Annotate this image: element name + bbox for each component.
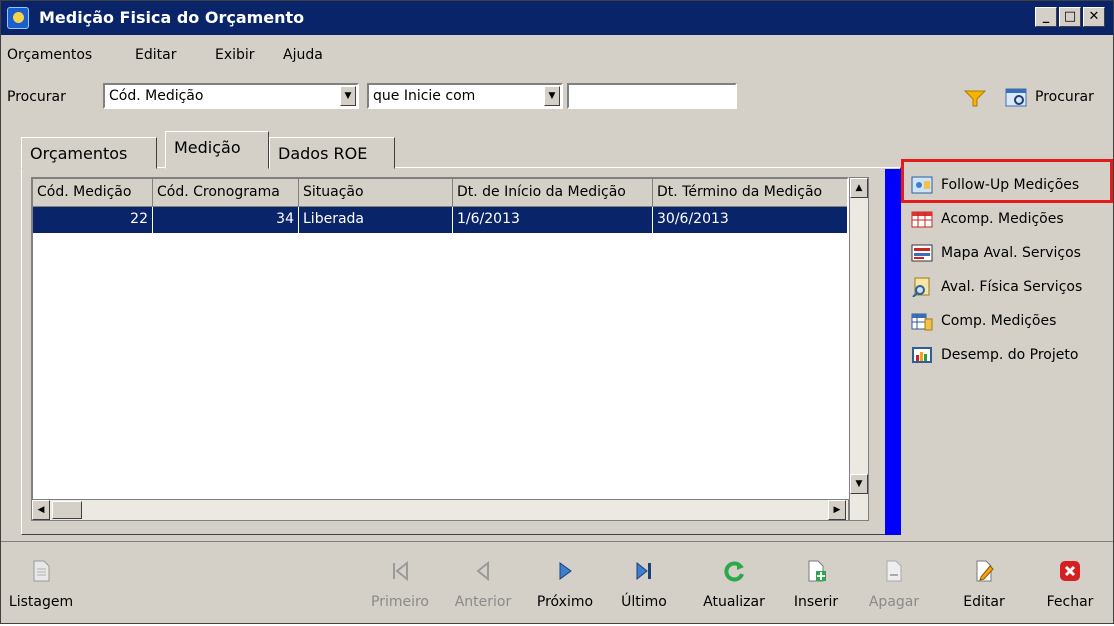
proximo-button[interactable]: Próximo: [527, 542, 603, 626]
horizontal-scrollbar[interactable]: ◀ ▶: [31, 499, 849, 521]
toolbar-label: Inserir: [793, 594, 839, 610]
toolbar-label: Fechar: [1046, 594, 1094, 610]
toolbar-label: Anterior: [454, 594, 512, 610]
tab-orcamentos[interactable]: Orçamentos: [21, 137, 157, 169]
link-label: Aval. Física Serviços: [941, 279, 1083, 295]
link-label: Comp. Medições: [941, 313, 1057, 329]
list-document-icon: [33, 560, 50, 582]
chevron-down-icon[interactable]: ▼: [340, 86, 356, 106]
close-red-icon: [1060, 561, 1080, 581]
tab-dados-roe[interactable]: Dados ROE: [269, 137, 395, 169]
link-label: Desemp. do Projeto: [941, 347, 1079, 363]
tab-medicao[interactable]: Medição: [165, 131, 269, 169]
highlight-box: [901, 159, 1113, 203]
search-label: Procurar: [7, 89, 66, 105]
toolbar-label: Último: [621, 594, 667, 610]
column-header[interactable]: Cód. Medição: [33, 179, 153, 207]
link-label: Acomp. Medições: [941, 211, 1064, 227]
apagar-button[interactable]: Apagar: [861, 542, 927, 626]
first-record-icon: [393, 560, 408, 582]
measurement-grid: Cód. Medição Cód. Cronograma Situação Dt…: [31, 177, 849, 521]
menu-orcamentos[interactable]: Orçamentos: [7, 47, 92, 63]
toolbar-label: Editar: [963, 594, 1005, 610]
column-header[interactable]: Dt. Término da Medição: [653, 179, 847, 207]
search-field-select[interactable]: Cód. Medição ▼: [103, 83, 359, 109]
cell-cod-cronograma: 34: [153, 207, 299, 233]
bottom-toolbar: Listagem Primeiro Anterior Próximo Últim…: [1, 541, 1113, 625]
scroll-down-icon[interactable]: ▼: [850, 474, 868, 494]
menu-bar: Orçamentos Editar Exibir Ajuda: [1, 41, 1113, 69]
magnifier-document-icon: [912, 277, 930, 297]
link-desemp-projeto[interactable]: Desemp. do Projeto: [909, 341, 1109, 371]
close-window-button[interactable]: ✕: [1083, 7, 1105, 27]
menu-exibir[interactable]: Exibir: [215, 47, 255, 63]
search-operator-value: que Inicie com: [373, 88, 476, 104]
link-acomp-medicoes[interactable]: Acomp. Medições: [909, 205, 1109, 235]
toolbar-label: Primeiro: [371, 594, 429, 610]
fechar-button[interactable]: Fechar: [1035, 542, 1105, 626]
table-row[interactable]: 22 34 Liberada 1/6/2013 30/6/2013: [33, 207, 847, 233]
cell-dt-termino: 30/6/2013: [657, 211, 729, 227]
column-header[interactable]: Situação: [299, 179, 453, 207]
editar-button[interactable]: Editar: [951, 542, 1017, 626]
maximize-button[interactable]: □: [1059, 7, 1081, 27]
compare-table-icon: [911, 313, 933, 331]
title-bar: Medição Fisica do Orçamento _ □ ✕: [1, 1, 1113, 35]
column-header[interactable]: Dt. de Início da Medição: [453, 179, 653, 207]
menu-ajuda[interactable]: Ajuda: [283, 47, 323, 63]
link-mapa-aval-servicos[interactable]: Mapa Aval. Serviços: [909, 239, 1109, 269]
search-operator-select[interactable]: que Inicie com ▼: [367, 83, 563, 109]
map-list-icon: [911, 244, 933, 262]
link-comp-medicoes[interactable]: Comp. Medições: [909, 307, 1109, 337]
toolbar-label: Apagar: [868, 594, 920, 610]
scroll-thumb[interactable]: [52, 501, 82, 519]
link-label: Mapa Aval. Serviços: [941, 245, 1081, 261]
link-aval-fisica-servicos[interactable]: Aval. Física Serviços: [909, 273, 1109, 303]
toolbar-label: Atualizar: [703, 594, 765, 610]
chevron-down-icon[interactable]: ▼: [544, 86, 560, 106]
column-header[interactable]: Cód. Cronograma: [153, 179, 299, 207]
filter-icon[interactable]: [963, 87, 987, 109]
bar-chart-icon: [912, 347, 932, 363]
edit-document-icon: [976, 560, 994, 582]
toolbar-label: Listagem: [8, 594, 74, 610]
listagem-button[interactable]: Listagem: [1, 542, 81, 626]
previous-record-icon: [476, 560, 489, 582]
app-icon: [7, 7, 29, 29]
scroll-up-icon[interactable]: ▲: [850, 178, 868, 198]
main-window: Medição Fisica do Orçamento _ □ ✕ Orçame…: [0, 0, 1114, 624]
insert-document-icon: [808, 560, 826, 582]
delete-document-icon: [886, 560, 902, 582]
grid-header: Cód. Medição Cód. Cronograma Situação Dt…: [33, 179, 847, 207]
search-window-icon: [1005, 88, 1027, 107]
cell-dt-inicio: 1/6/2013: [453, 207, 653, 233]
side-panel-divider: [885, 169, 901, 535]
refresh-icon: [724, 561, 744, 582]
table-chart-icon: [911, 211, 933, 228]
search-input[interactable]: [567, 83, 737, 109]
vertical-scrollbar[interactable]: ▲ ▼: [849, 177, 869, 521]
ultimo-button[interactable]: Último: [609, 542, 679, 626]
anterior-button[interactable]: Anterior: [445, 542, 521, 626]
cell-situacao: Liberada: [299, 207, 453, 233]
menu-editar[interactable]: Editar: [135, 47, 176, 63]
search-field-value: Cód. Medição: [109, 88, 204, 104]
search-button[interactable]: Procurar: [1005, 85, 1111, 113]
primeiro-button[interactable]: Primeiro: [365, 542, 435, 626]
minimize-button[interactable]: _: [1035, 7, 1057, 27]
inserir-button[interactable]: Inserir: [783, 542, 849, 626]
toolbar-label: Próximo: [536, 594, 594, 610]
search-bar: Procurar Cód. Medição ▼ que Inicie com ▼…: [1, 79, 1113, 119]
atualizar-button[interactable]: Atualizar: [691, 542, 777, 626]
search-button-label: Procurar: [1035, 89, 1094, 105]
next-record-icon: [559, 562, 572, 580]
scroll-left-icon[interactable]: ◀: [32, 500, 50, 520]
last-record-icon: [636, 561, 651, 581]
window-title: Medição Fisica do Orçamento: [39, 8, 305, 27]
scroll-right-icon[interactable]: ▶: [828, 500, 846, 520]
cell-cod-medicao: 22: [33, 207, 153, 233]
